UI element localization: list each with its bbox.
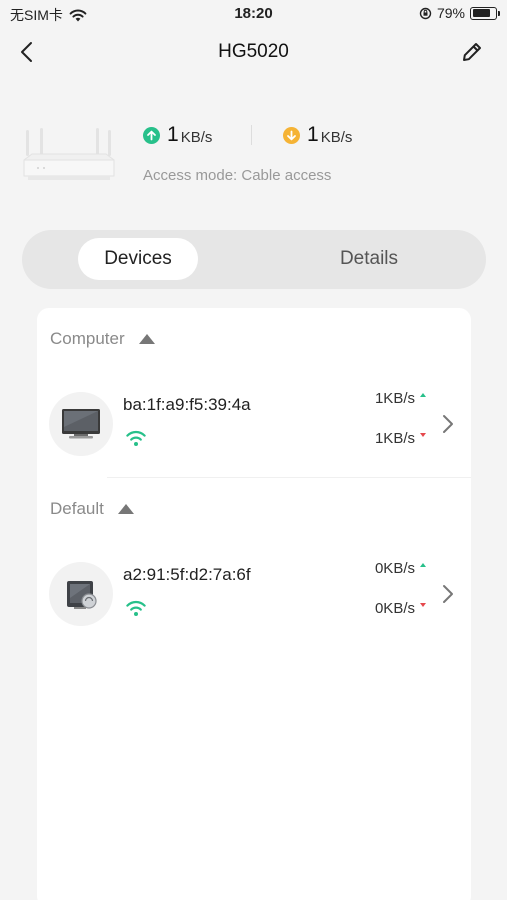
group-name: Default [50,499,104,518]
tab-devices[interactable]: Devices [78,238,198,280]
device-download-rate: 1KB/s [374,430,415,447]
group-header-default[interactable]: Default [50,499,134,519]
device-mac: a2:91:5f:d2:7a:6f [123,565,251,584]
battery-level [472,9,490,17]
wifi-icon [126,600,146,616]
group-header-computer[interactable]: Computer [50,329,155,349]
device-upload-rate: 0KB/s [374,560,415,577]
generic-device-icon [67,581,97,609]
status-right: 79% [419,5,500,21]
upload-triangle-icon [420,393,426,397]
wifi-icon [126,430,146,446]
battery-percent: 79% [436,5,465,21]
device-avatar [49,392,113,456]
upload-speed: 1 KB/s [143,123,212,147]
device-row[interactable]: ba:1f:a9:f5:39:4a 1KB/s 1KB/s [37,385,471,465]
nav-bar: HG5020 [0,30,507,74]
router-detail-screen: 无SIM卡 18:20 79% HG5020 1 KB/s 1 KB/s Acc… [0,0,507,900]
download-value: 1 [307,123,319,146]
group-name: Computer [50,329,125,348]
upload-arrow-icon [143,126,160,144]
device-download-rate: 0KB/s [374,600,415,617]
upload-value: 1 [167,123,179,146]
tab-details[interactable]: Details [312,238,426,280]
upload-triangle-icon [420,563,426,567]
download-speed: 1 KB/s [283,123,352,147]
download-arrow-icon [283,126,300,144]
collapse-triangle-icon [117,504,134,514]
speed-divider [251,125,252,145]
page-title: HG5020 [218,41,289,62]
download-triangle-icon [420,603,426,607]
device-row[interactable]: a2:91:5f:d2:7a:6f 0KB/s 0KB/s [37,555,471,635]
status-bar: 无SIM卡 18:20 79% [0,0,507,30]
edit-pencil-icon[interactable] [459,39,485,65]
segmented-tabs: Devices Details [22,230,486,289]
access-mode-label: Access mode: Cable access [143,167,332,184]
router-image [23,128,115,180]
collapse-triangle-icon [138,334,155,344]
chevron-right-icon[interactable] [441,583,455,605]
device-mac: ba:1f:a9:f5:39:4a [123,395,251,414]
chevron-right-icon[interactable] [441,413,455,435]
battery-icon [470,6,500,20]
row-divider [107,477,471,478]
download-triangle-icon [420,433,426,437]
upload-unit: KB/s [180,128,213,146]
monitor-icon [62,409,100,439]
device-avatar [49,562,113,626]
device-upload-rate: 1KB/s [374,390,415,407]
device-list-card: Computer ba:1f:a9:f5:39:4a 1KB/s 1KB/s D… [37,308,471,900]
download-unit: KB/s [320,128,353,146]
orientation-lock-icon [419,7,432,19]
